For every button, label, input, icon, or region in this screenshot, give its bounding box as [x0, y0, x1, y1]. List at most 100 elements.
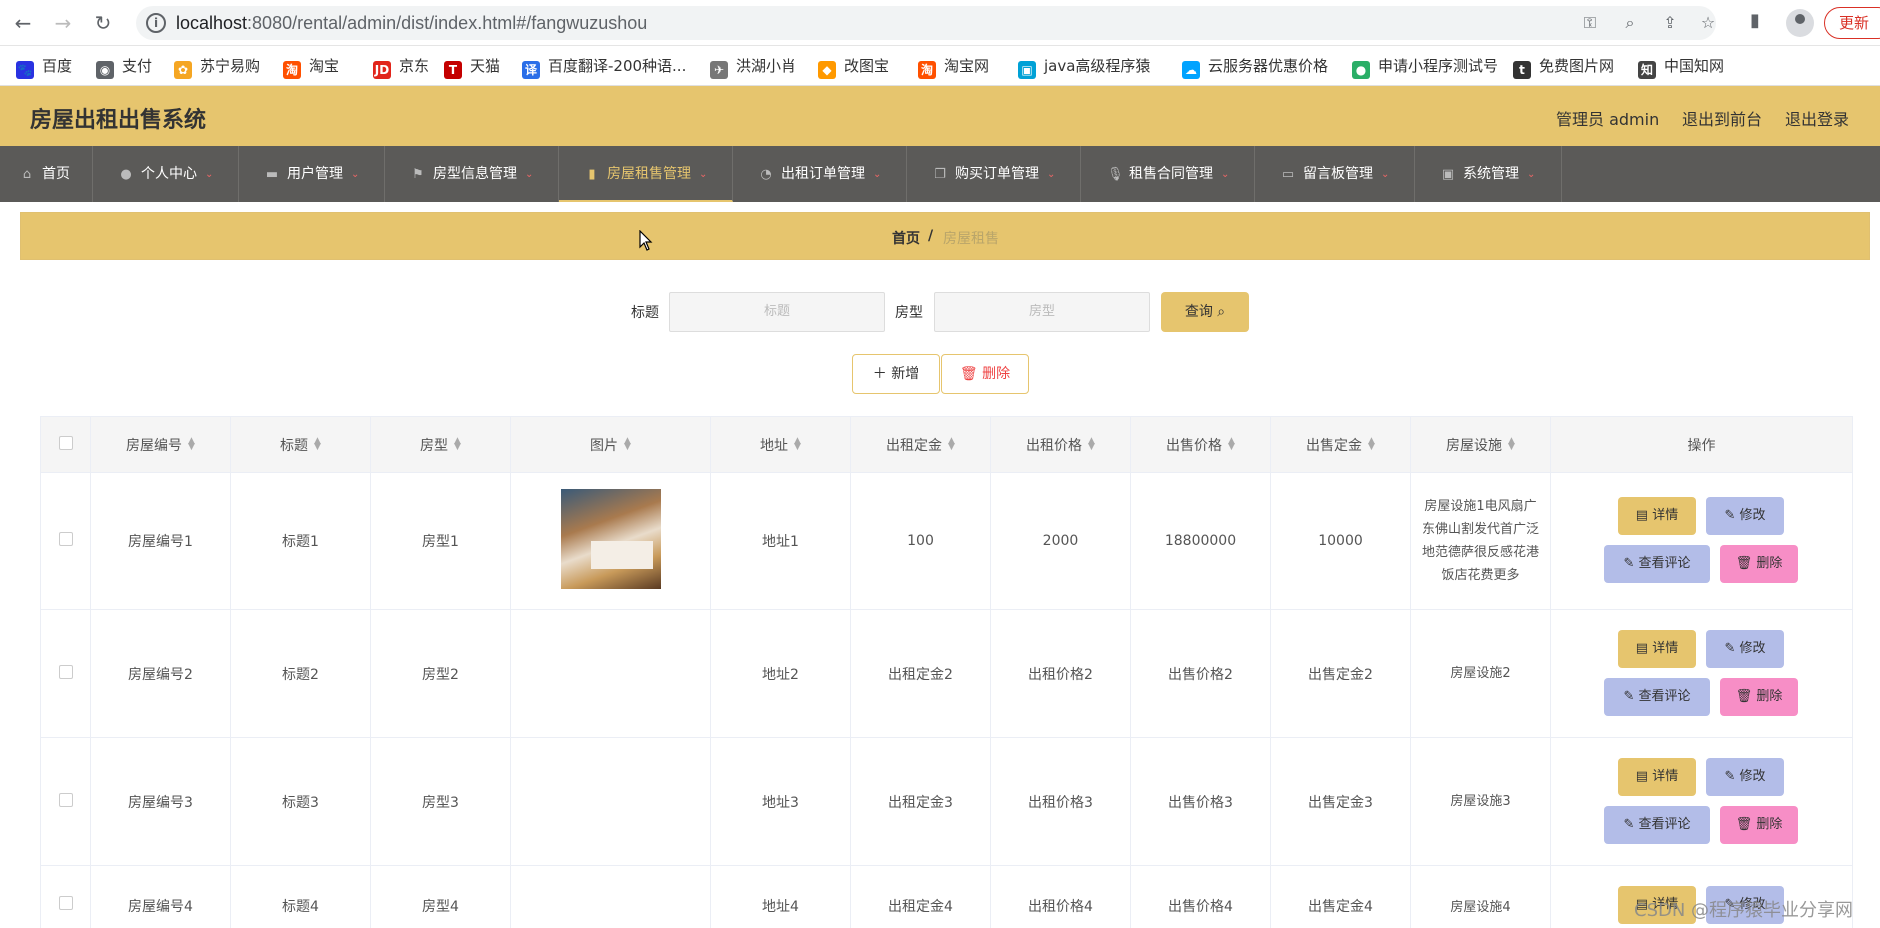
- bar-chart-icon: ▮: [588, 167, 596, 182]
- sort-icon[interactable]: ▲ ▼: [624, 436, 631, 451]
- profile-avatar[interactable]: [1786, 9, 1814, 37]
- detail-button[interactable]: ▤ 详情: [1618, 630, 1696, 668]
- bookmark-item[interactable]: ✈ 洪湖小肖: [710, 55, 796, 79]
- menu-item[interactable]: ▮ 房屋租售管理 ⌄: [559, 146, 733, 202]
- column-header[interactable]: 出售价格 ▲ ▼: [1130, 416, 1271, 473]
- bookmark-item[interactable]: 淘淘宝网: [918, 55, 989, 79]
- edit-button[interactable]: ✎ 修改: [1706, 497, 1784, 535]
- menu-item[interactable]: ❐ 购买订单管理 ⌄: [907, 146, 1081, 202]
- sort-icon[interactable]: ▲ ▼: [1508, 436, 1515, 451]
- table-cell: 地址2: [710, 609, 851, 738]
- query-button[interactable]: 查询 ⌕: [1161, 292, 1249, 332]
- column-header[interactable]: 图片 ▲ ▼: [510, 416, 711, 473]
- table-cell: 房屋编号4: [90, 865, 231, 928]
- share-icon[interactable]: ⇪: [1660, 13, 1680, 33]
- table-cell: 房屋编号1: [90, 472, 231, 610]
- briefcase-icon: ▬: [265, 167, 279, 182]
- menu-item[interactable]: ◔ 出租订单管理 ⌄: [733, 146, 907, 202]
- forward-icon[interactable]: →: [50, 10, 76, 36]
- menu-item[interactable]: ▣ 系统管理 ⌄: [1415, 146, 1562, 202]
- type-search-input[interactable]: 房型: [934, 292, 1150, 332]
- menu-item[interactable]: ▭ 留言板管理 ⌄: [1255, 146, 1415, 202]
- column-header[interactable]: 房屋编号 ▲ ▼: [90, 416, 231, 473]
- row-delete-button[interactable]: 🗑 删除: [1720, 806, 1798, 844]
- url-text[interactable]: localhost:8080/rental/admin/dist/index.h…: [176, 13, 647, 34]
- back-to-front-link[interactable]: 退出到前台: [1682, 106, 1762, 130]
- back-icon[interactable]: ←: [10, 10, 36, 36]
- cnki-icon: 知: [1638, 61, 1656, 79]
- select-all-checkbox[interactable]: [58, 435, 73, 450]
- bookmark-item[interactable]: JD 京东: [373, 55, 429, 79]
- row-delete-button[interactable]: 🗑 删除: [1720, 678, 1798, 716]
- title-search-input[interactable]: 标题: [669, 292, 885, 332]
- column-header[interactable]: 出租定金 ▲ ▼: [850, 416, 991, 473]
- detail-button[interactable]: ▤ 详情: [1618, 758, 1696, 796]
- key-icon[interactable]: ⚿: [1580, 13, 1600, 33]
- row-checkbox[interactable]: [58, 896, 73, 910]
- column-header[interactable]: 房型 ▲ ▼: [370, 416, 511, 473]
- row-checkbox[interactable]: [58, 664, 73, 679]
- sidepanel-icon[interactable]: ▮: [1750, 10, 1760, 31]
- bookmark-item[interactable]: 🐾 百度: [16, 55, 72, 79]
- bookmark-item[interactable]: ● 申请小程序测试号: [1352, 55, 1498, 79]
- logout-link[interactable]: 退出登录: [1785, 106, 1849, 130]
- column-header[interactable]: 出售定金 ▲ ▼: [1270, 416, 1411, 473]
- view-comments-button[interactable]: ✎ 查看评论: [1604, 806, 1710, 844]
- row-delete-button[interactable]: 🗑 删除: [1720, 545, 1798, 583]
- bookmark-item[interactable]: 译百度翻译-200种语...: [522, 55, 686, 79]
- bookmark-item[interactable]: 淘淘宝: [283, 55, 339, 79]
- op-label: 删除: [1756, 689, 1783, 704]
- bookmark-item[interactable]: ◉ 支付: [96, 55, 153, 79]
- menu-item[interactable]: ● 个人中心 ⌄: [93, 146, 239, 202]
- breadcrumb-home[interactable]: 首页: [892, 228, 920, 248]
- menu-item[interactable]: ▬ 用户管理 ⌄: [239, 146, 385, 202]
- row-checkbox[interactable]: [58, 532, 73, 546]
- column-header[interactable]: 房屋设施 ▲ ▼: [1410, 416, 1551, 473]
- bookmark-item[interactable]: T 天猫: [444, 55, 500, 79]
- sort-icon[interactable]: ▲ ▼: [948, 436, 955, 451]
- site-info-icon[interactable]: i: [146, 13, 166, 33]
- bookmark-item[interactable]: ☁ 云服务器优惠价格: [1182, 55, 1328, 79]
- table-cell: 18800000: [1130, 472, 1271, 610]
- edit-button[interactable]: ✎ 修改: [1706, 630, 1784, 668]
- reload-icon[interactable]: ↻: [90, 10, 116, 36]
- batch-delete-button[interactable]: 🗑 删除: [941, 354, 1029, 394]
- sort-icon[interactable]: ▲ ▼: [314, 436, 321, 451]
- edit-button[interactable]: ✎ 修改: [1706, 758, 1784, 796]
- sort-icon[interactable]: ▲ ▼: [1368, 436, 1375, 451]
- bookmark-item[interactable]: ✿ 苏宁易购: [174, 55, 260, 79]
- column-header-label: 房型: [420, 437, 449, 454]
- cell-value: 出租价格3: [1028, 794, 1093, 811]
- bookmark-item[interactable]: ▣ java高级程序猿: [1018, 55, 1150, 79]
- star-icon[interactable]: ☆: [1698, 13, 1718, 33]
- column-header[interactable]: 标题 ▲ ▼: [230, 416, 371, 473]
- edit-icon: ✎: [1623, 689, 1639, 704]
- menu-item[interactable]: ⚑ 房型信息管理 ⌄: [385, 146, 559, 202]
- column-header[interactable]: 出租价格 ▲ ▼: [990, 416, 1131, 473]
- address-bar[interactable]: i localhost:8080/rental/admin/dist/index…: [136, 6, 1716, 40]
- menu-item[interactable]: 🎙 租售合同管理 ⌄: [1081, 146, 1255, 202]
- update-button[interactable]: 更新: [1824, 7, 1880, 39]
- bookmark-item[interactable]: t 免费图片网: [1513, 55, 1614, 79]
- sort-icon[interactable]: ▲ ▼: [794, 436, 801, 451]
- gaitubao-icon: ◆: [818, 61, 836, 79]
- sort-icon[interactable]: ▲ ▼: [188, 436, 195, 451]
- zoom-icon[interactable]: ⌕: [1620, 13, 1640, 33]
- add-button[interactable]: ＋ 新增: [852, 354, 940, 394]
- chevron-down-icon: ⌄: [525, 169, 534, 180]
- sort-icon[interactable]: ▲ ▼: [454, 436, 461, 451]
- row-checkbox[interactable]: [58, 792, 73, 807]
- view-comments-button[interactable]: ✎ 查看评论: [1604, 678, 1710, 716]
- sort-icon[interactable]: ▲ ▼: [1228, 436, 1235, 451]
- column-header[interactable]: 地址 ▲ ▼: [710, 416, 851, 473]
- bookmark-item[interactable]: ◆ 改图宝: [818, 55, 889, 79]
- sort-icon[interactable]: ▲ ▼: [1088, 436, 1095, 451]
- menu-item[interactable]: ⌂ 首页: [0, 146, 93, 202]
- detail-button[interactable]: ▤ 详情: [1618, 497, 1696, 535]
- cell-value: 标题2: [282, 666, 319, 683]
- taobao-icon: 淘: [918, 61, 936, 79]
- bookmark-label: 支付: [122, 57, 153, 75]
- table-cell: 房型3: [370, 737, 511, 866]
- view-comments-button[interactable]: ✎ 查看评论: [1604, 545, 1710, 583]
- bookmark-item[interactable]: 知中国知网: [1638, 55, 1724, 79]
